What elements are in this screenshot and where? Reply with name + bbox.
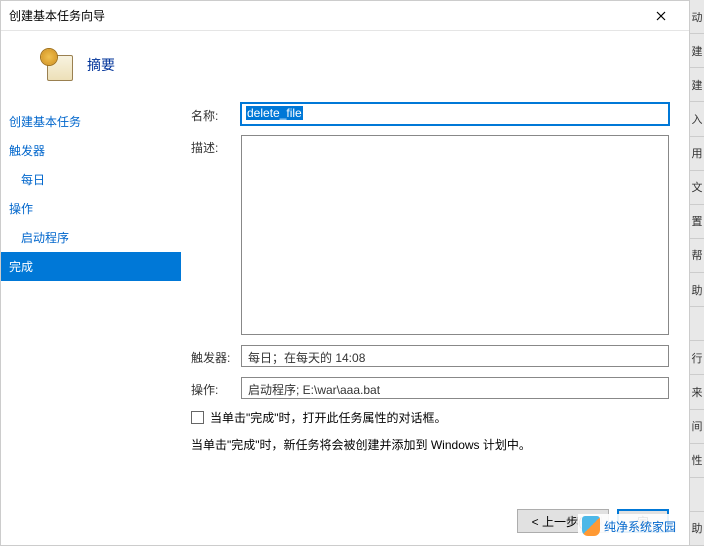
desc-label: 描述: (191, 135, 231, 156)
dialog-title: 创建基本任务向导 (9, 7, 105, 24)
task-wizard-dialog: 创建基本任务向导 摘要 创建基本任务 触发器 每日 操作 启动程序 完成 名称:… (0, 0, 690, 546)
wizard-main: 名称: delete_file 描述: 触发器: 每日；在每天的 14:08 操… (181, 99, 689, 499)
desc-textarea[interactable] (241, 135, 669, 335)
close-icon (656, 11, 666, 21)
wizard-content: 创建基本任务 触发器 每日 操作 启动程序 完成 名称: delete_file… (1, 99, 689, 499)
checkbox-label: 当单击"完成"时，打开此任务属性的对话框。 (210, 409, 447, 426)
page-title: 摘要 (87, 55, 115, 75)
close-button[interactable] (641, 3, 681, 29)
sidebar-item-action[interactable]: 操作 (1, 194, 181, 223)
open-properties-checkbox[interactable] (191, 411, 204, 424)
name-value: delete_file (246, 106, 303, 120)
action-value: 启动程序; E:\war\aaa.bat (241, 377, 669, 399)
open-properties-checkbox-row: 当单击"完成"时，打开此任务属性的对话框。 (191, 409, 669, 426)
shield-icon (582, 516, 600, 536)
trigger-value: 每日；在每天的 14:08 (241, 345, 669, 367)
site-watermark: 纯净系统家园 (578, 514, 680, 538)
wizard-icon (41, 49, 73, 81)
trigger-label: 触发器: (191, 345, 231, 366)
name-input[interactable]: delete_file (241, 103, 669, 125)
action-label: 操作: (191, 377, 231, 398)
wizard-sidebar: 创建基本任务 触发器 每日 操作 启动程序 完成 (1, 99, 181, 499)
right-panel-strip: 动 建 建 入 用 文 置 帮 助 行 来 间 性 助 (690, 0, 704, 546)
sidebar-item-create-task[interactable]: 创建基本任务 (1, 107, 181, 136)
finish-note: 当单击"完成"时，新任务将会被创建并添加到 Windows 计划中。 (191, 436, 669, 453)
sidebar-item-start-program[interactable]: 启动程序 (1, 223, 181, 252)
name-label: 名称: (191, 103, 231, 124)
watermark-text: 纯净系统家园 (604, 518, 676, 535)
sidebar-item-finish[interactable]: 完成 (1, 252, 181, 281)
titlebar: 创建基本任务向导 (1, 1, 689, 31)
sidebar-item-daily[interactable]: 每日 (1, 165, 181, 194)
sidebar-item-trigger[interactable]: 触发器 (1, 136, 181, 165)
wizard-header: 摘要 (1, 31, 689, 99)
